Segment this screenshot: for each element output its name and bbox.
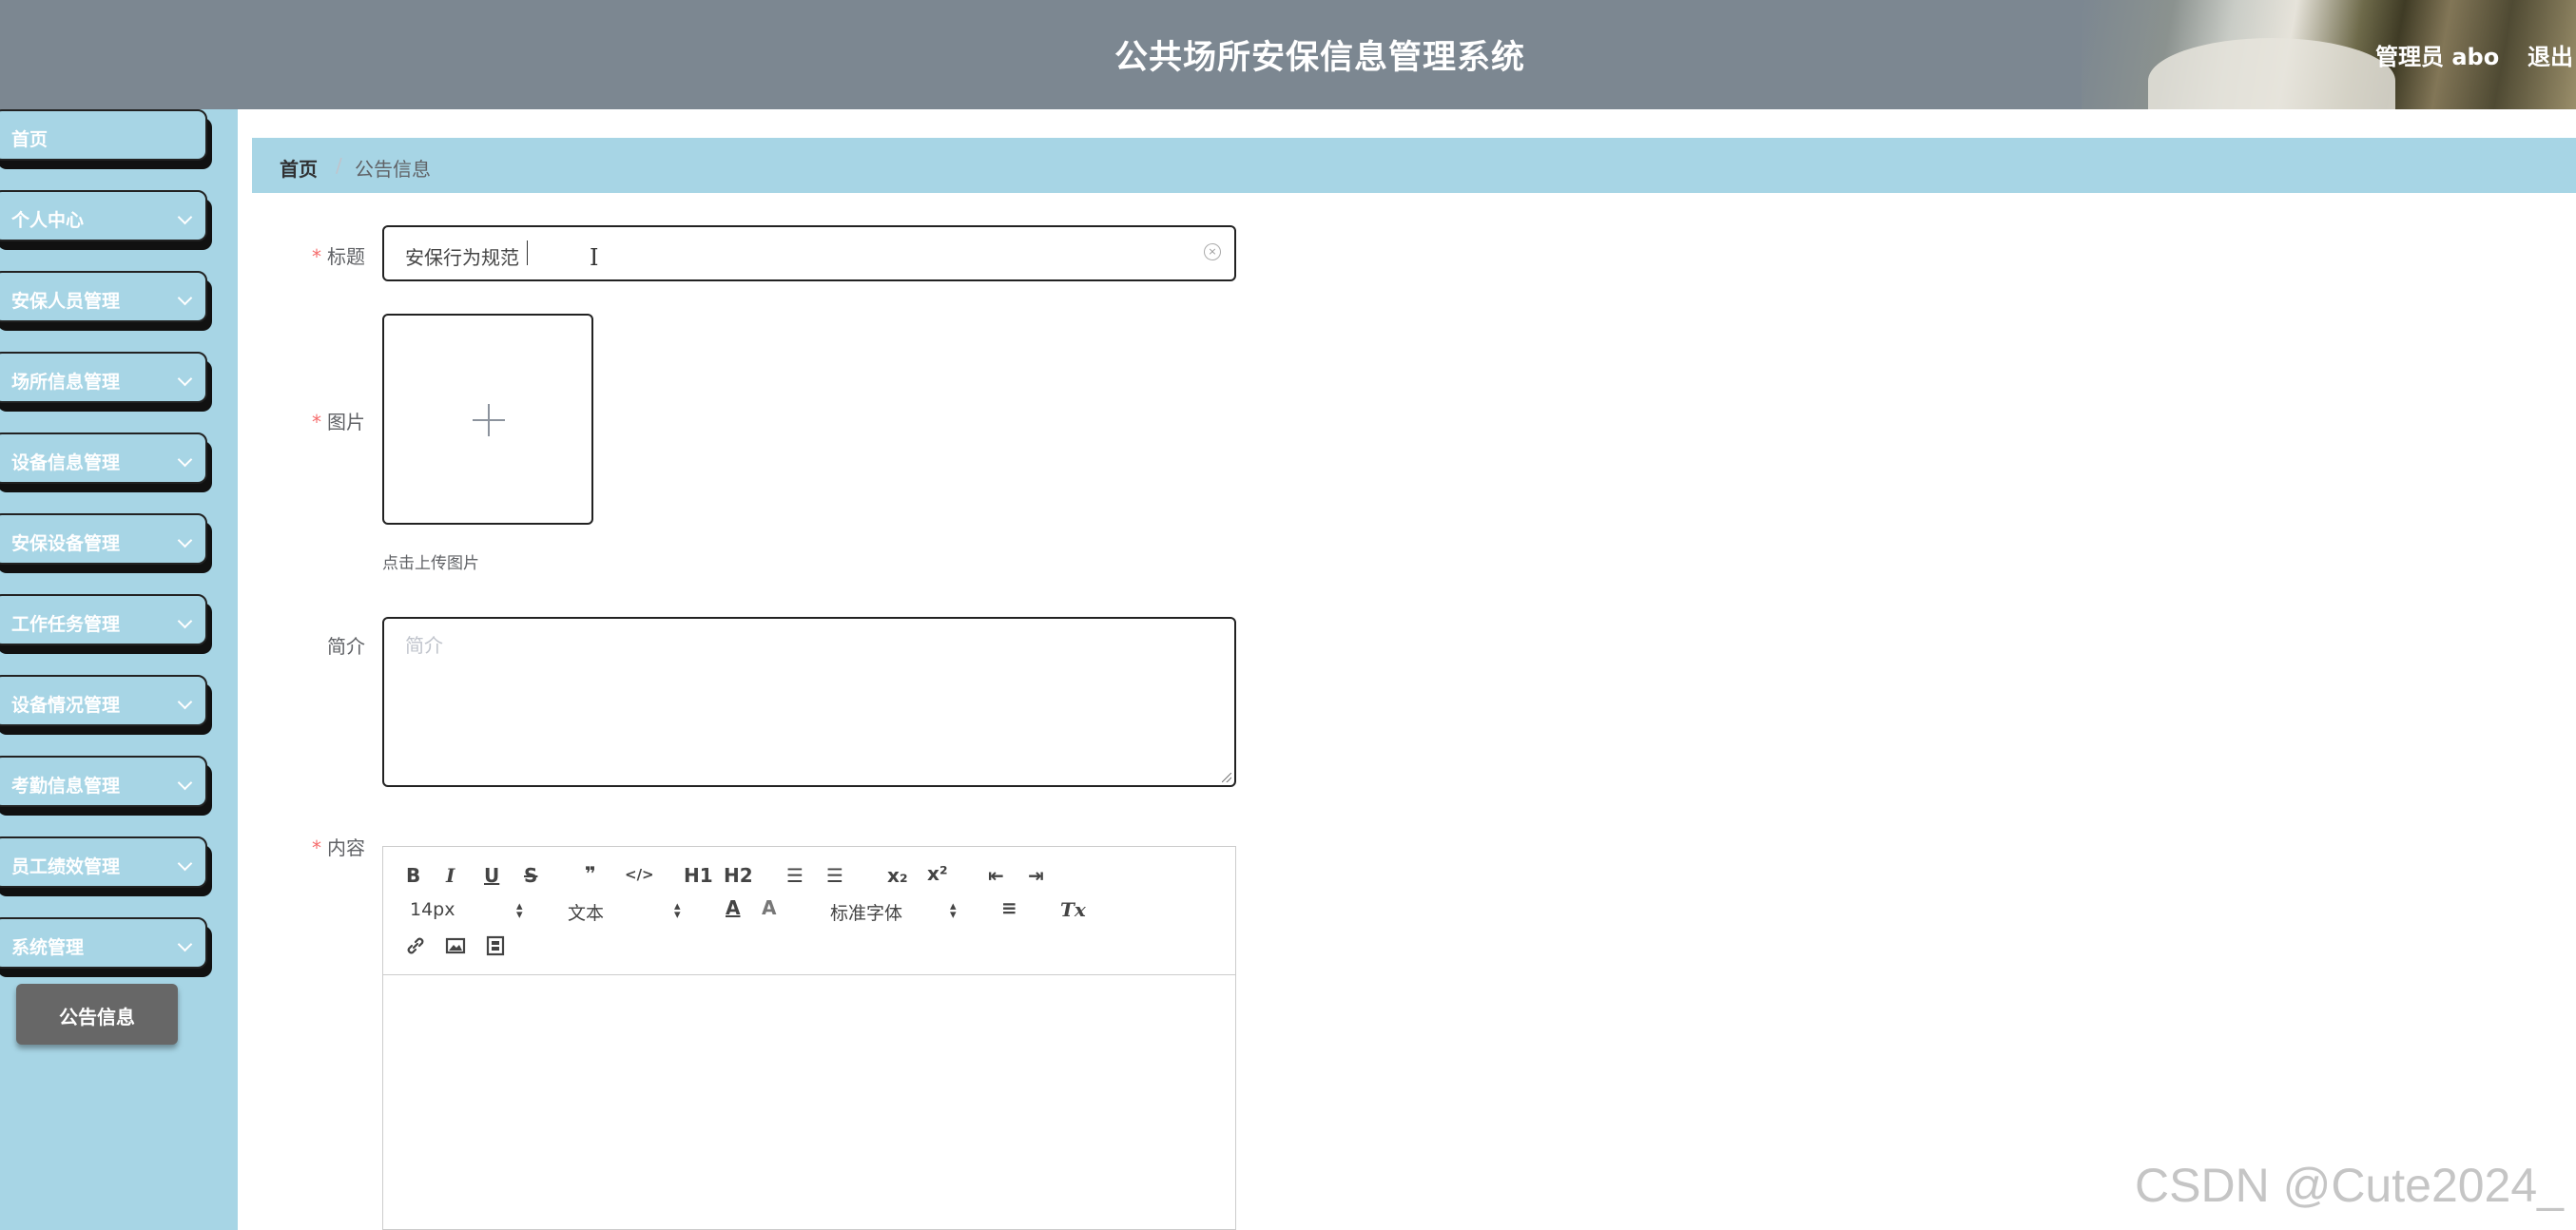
app-title: 公共场所安保信息管理系统 xyxy=(1114,39,1526,77)
blockquote-button[interactable]: ❞ xyxy=(585,862,596,885)
clear-input-icon[interactable]: × xyxy=(1204,243,1221,260)
chevron-down-icon xyxy=(177,209,193,225)
required-star: * xyxy=(312,836,321,859)
rich-text-editor: B I U S ❞ </> H1 H2 ☰ ☰ x₂ x² ⇤ ⇥ 14px ▴… xyxy=(382,846,1236,1230)
sidebar-item-label: 设备信息管理 xyxy=(11,452,121,473)
editor-content-area[interactable] xyxy=(383,975,1235,1229)
sidebar-item-personal-center[interactable]: 个人中心 xyxy=(0,190,207,241)
chevron-down-icon xyxy=(177,855,193,872)
sidebar-item-system[interactable]: 系统管理 xyxy=(0,917,207,969)
header-1-button[interactable]: H1 xyxy=(684,864,713,887)
sidebar-item-work-tasks[interactable]: 工作任务管理 xyxy=(0,594,207,645)
breadcrumb-home-link[interactable]: 首页 xyxy=(280,154,318,182)
outdent-button[interactable]: ⇤ xyxy=(988,864,1004,887)
select-arrows-icon: ▴ ▾ xyxy=(674,899,681,922)
image-field-label: * 图片 xyxy=(251,407,365,434)
bullet-list-button[interactable]: ☰ xyxy=(826,864,843,887)
editor-toolbar: B I U S ❞ </> H1 H2 ☰ ☰ x₂ x² ⇤ ⇥ 14px ▴… xyxy=(383,847,1235,975)
summary-field-label: 简介 xyxy=(327,635,365,658)
sidebar-item-label: 员工绩效管理 xyxy=(11,856,121,877)
chevron-down-icon xyxy=(177,775,193,791)
underline-button[interactable]: U xyxy=(484,864,499,887)
font-family-select[interactable]: 标准字体 xyxy=(830,899,902,925)
sidebar-item-home[interactable]: 首页 xyxy=(0,109,207,161)
subscript-button[interactable]: x₂ xyxy=(887,864,908,887)
sidebar-item-label: 考勤信息管理 xyxy=(11,776,121,797)
image-label-text: 图片 xyxy=(327,411,365,433)
title-input-value: 安保行为规范 xyxy=(405,246,519,269)
font-size-select[interactable]: 14px xyxy=(410,899,455,920)
content-field-label: * 内容 xyxy=(251,833,365,860)
superscript-button[interactable]: x² xyxy=(927,862,948,885)
chevron-down-icon xyxy=(177,290,193,306)
chevron-down-icon xyxy=(177,613,193,629)
summary-placeholder: 简介 xyxy=(405,634,443,657)
header-background-photo xyxy=(2082,0,2576,109)
sidebar: 首页 个人中心 安保人员管理 场所信息管理 设备信息管理 安保设备管理 工作任务… xyxy=(0,109,238,1230)
content-label-text: 内容 xyxy=(327,836,365,859)
sidebar-item-label: 个人中心 xyxy=(11,210,85,231)
bold-button[interactable]: B xyxy=(406,864,420,887)
breadcrumb-separator: / xyxy=(336,154,342,177)
image-icon[interactable] xyxy=(444,934,467,961)
sidebar-item-label: 场所信息管理 xyxy=(11,372,121,393)
watermark: CSDN @Cute2024_ xyxy=(2135,1159,2564,1212)
video-icon[interactable] xyxy=(484,934,507,961)
title-label-text: 标题 xyxy=(327,245,365,268)
sidebar-item-attendance[interactable]: 考勤信息管理 xyxy=(0,756,207,807)
indent-button[interactable]: ⇥ xyxy=(1028,864,1044,887)
chevron-down-icon xyxy=(177,694,193,710)
select-arrows-icon: ▴ ▾ xyxy=(950,899,957,922)
plus-icon-vertical xyxy=(488,404,490,436)
mouse-ibeam-cursor-icon: I xyxy=(590,244,599,271)
align-button[interactable]: ≡ xyxy=(1001,896,1017,919)
required-star: * xyxy=(312,411,321,433)
sidebar-subitem-notice[interactable]: 公告信息 xyxy=(16,984,178,1045)
sidebar-item-label: 安保设备管理 xyxy=(11,533,121,554)
title-input[interactable]: 安保行为规范 I × xyxy=(382,225,1236,281)
header-2-button[interactable]: H2 xyxy=(724,864,753,887)
sidebar-item-label: 首页 xyxy=(11,129,48,150)
header-format-select[interactable]: 文本 xyxy=(568,899,604,925)
sidebar-item-label: 工作任务管理 xyxy=(11,614,121,635)
summary-textarea[interactable]: 简介 xyxy=(382,617,1236,787)
sidebar-item-device-status[interactable]: 设备情况管理 xyxy=(0,675,207,726)
image-upload-box[interactable] xyxy=(382,314,593,525)
text-color-button[interactable]: A xyxy=(726,896,740,919)
resize-handle-icon[interactable] xyxy=(1222,773,1231,782)
sidebar-item-security-staff[interactable]: 安保人员管理 xyxy=(0,271,207,322)
sidebar-item-label: 设备情况管理 xyxy=(11,695,121,716)
chevron-down-icon xyxy=(177,936,193,952)
sidebar-subitem-label: 公告信息 xyxy=(59,1006,135,1028)
current-user-label: 管理员 abo xyxy=(2375,44,2500,70)
chevron-down-icon xyxy=(177,371,193,387)
sidebar-item-security-device[interactable]: 安保设备管理 xyxy=(0,513,207,565)
sidebar-item-label: 系统管理 xyxy=(11,937,85,958)
background-color-button[interactable]: A xyxy=(762,896,776,919)
title-field-label: * 标题 xyxy=(251,241,365,269)
sidebar-item-venue-info[interactable]: 场所信息管理 xyxy=(0,352,207,403)
breadcrumb: 首页 / 公告信息 xyxy=(252,138,2576,193)
strike-button[interactable]: S xyxy=(524,864,537,887)
required-star: * xyxy=(312,245,321,268)
select-arrows-icon: ▴ ▾ xyxy=(516,899,523,922)
logout-link[interactable]: 退出 xyxy=(2528,38,2573,71)
chevron-down-icon xyxy=(177,452,193,468)
link-icon[interactable] xyxy=(404,934,427,961)
sidebar-item-label: 安保人员管理 xyxy=(11,291,121,312)
sidebar-item-performance[interactable]: 员工绩效管理 xyxy=(0,836,207,888)
italic-button[interactable]: I xyxy=(446,864,455,887)
breadcrumb-current: 公告信息 xyxy=(355,158,431,181)
text-caret xyxy=(527,240,528,265)
chevron-down-icon xyxy=(177,532,193,548)
code-block-button[interactable]: </> xyxy=(625,866,654,883)
top-header: 公共场所安保信息管理系统 管理员 abo 退出 xyxy=(0,0,2576,109)
ordered-list-button[interactable]: ☰ xyxy=(786,864,804,887)
sidebar-item-device-info[interactable]: 设备信息管理 xyxy=(0,432,207,484)
upload-tip: 点击上传图片 xyxy=(382,554,479,573)
clean-format-button[interactable]: Tx xyxy=(1060,898,1086,921)
